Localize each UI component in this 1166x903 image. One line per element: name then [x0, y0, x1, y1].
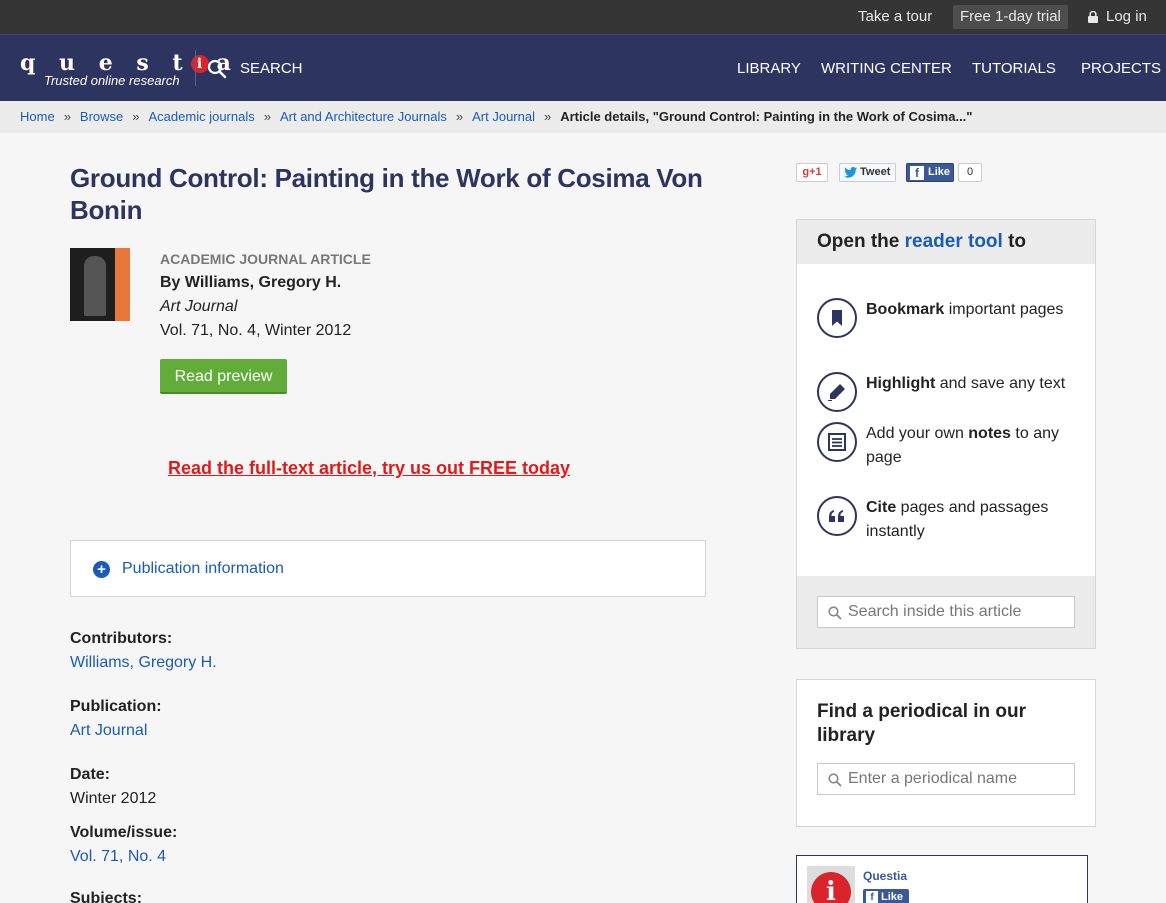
like-count: 0	[958, 163, 982, 182]
periodical-heading: Find a periodical in our library	[817, 701, 1027, 746]
nav-projects[interactable]: PROJECTS	[1081, 59, 1161, 79]
breadcrumb-current: Article details, "Ground Control: Painti…	[560, 109, 973, 124]
publication-info-label: Publication information	[122, 560, 284, 577]
facebook-page-widget: i Questia f Like	[796, 855, 1088, 903]
article-search-input[interactable]	[848, 597, 1070, 627]
article-volume: Vol. 71, No. 4, Winter 2012	[160, 322, 352, 339]
feature-cite-text: Cite pages and passages instantly	[866, 496, 1081, 544]
subjects-label: Subjects:	[70, 890, 143, 903]
breadcrumb-separator: »	[63, 109, 71, 124]
breadcrumb-browse[interactable]: Browse	[80, 109, 123, 124]
logo-wordmark: q u e s tia	[20, 50, 239, 76]
reader-heading-prefix: Open the	[817, 231, 900, 252]
quote-icon	[817, 496, 857, 536]
breadcrumb-separator: »	[263, 109, 271, 124]
nav-library[interactable]: LIBRARY	[737, 59, 801, 79]
publication-link[interactable]: Art Journal	[70, 721, 147, 741]
like-label: Like	[881, 891, 904, 903]
breadcrumb-separator: »	[544, 109, 552, 124]
feature-bold: Highlight	[866, 375, 936, 392]
facebook-like-button[interactable]: f Like	[906, 163, 954, 182]
cover-stripe	[115, 248, 130, 321]
journal-cover-image[interactable]	[70, 248, 130, 321]
facebook-page-name[interactable]: Questia	[863, 869, 907, 883]
breadcrumb-academic-journals[interactable]: Academic journals	[149, 109, 255, 124]
nav-writing-center[interactable]: WRITING CENTER	[821, 59, 952, 79]
login-link[interactable]: Log in	[1106, 0, 1147, 34]
read-preview-button[interactable]: Read preview	[160, 359, 287, 394]
periodical-finder: Find a periodical in our library	[796, 679, 1096, 827]
cover-figure	[84, 256, 106, 316]
article-search-box	[817, 596, 1075, 628]
google-plus-button[interactable]: g+1	[796, 163, 828, 182]
feature-bold: Bookmark	[866, 301, 945, 318]
reader-tool-link[interactable]: reader tool	[905, 231, 1003, 252]
notes-icon	[817, 422, 857, 462]
nav-tutorials[interactable]: TUTORIALS	[972, 59, 1056, 79]
feature-before: Add your own	[866, 425, 969, 442]
facebook-f-icon: f	[866, 891, 878, 903]
reader-heading-suffix: to	[1008, 231, 1027, 252]
twitter-bird-icon	[844, 167, 857, 178]
date-value: Winter 2012	[70, 790, 157, 807]
volume-issue-label: Volume/issue:	[70, 824, 178, 841]
feature-bold: notes	[968, 425, 1011, 442]
tweet-button[interactable]: Tweet	[839, 163, 896, 182]
feature-highlight-text: Highlight and save any text	[866, 372, 1081, 396]
reader-tool-heading: Open the reader tool to	[797, 220, 1095, 264]
expand-plus-icon: +	[93, 561, 110, 578]
feature-notes-text: Add your own notes to any page	[866, 422, 1081, 470]
bookmark-icon	[817, 298, 857, 338]
feature-rest: important pages	[944, 301, 1064, 318]
breadcrumb-separator: »	[132, 109, 140, 124]
search-icon	[828, 606, 842, 620]
contributors-link[interactable]: Williams, Gregory H.	[70, 653, 217, 673]
top-utility-bar: Take a tour Free 1-day trial Log in	[0, 0, 1166, 34]
periodical-search-box	[817, 763, 1075, 795]
nav-search-link[interactable]: SEARCH	[240, 59, 303, 79]
tweet-label: Tweet	[860, 166, 891, 178]
facebook-page-like-button[interactable]: f Like	[863, 889, 909, 903]
breadcrumb: Home » Browse » Academic journals » Art and Ar…	[0, 101, 1166, 133]
feature-bold: Cite	[866, 499, 897, 516]
breadcrumb-home[interactable]: Home	[20, 109, 55, 124]
highlight-pen-icon	[817, 372, 857, 412]
facebook-f-icon: f	[910, 166, 924, 180]
publication-info-toggle[interactable]: + Publication information	[70, 540, 706, 597]
breadcrumb-art-architecture[interactable]: Art and Architecture Journals	[280, 109, 447, 124]
contributors-label: Contributors:	[70, 630, 173, 647]
article-type: ACADEMIC JOURNAL ARTICLE	[160, 251, 371, 267]
free-trial-button[interactable]: Free 1-day trial	[953, 5, 1068, 29]
breadcrumb-art-journal[interactable]: Art Journal	[472, 109, 535, 124]
questia-logo[interactable]: q u e s tia Trusted online research	[20, 51, 231, 89]
reader-features: Bookmark important pages Highlight and s…	[797, 264, 1095, 576]
main-navigation: q u e s tia Trusted online research SEAR…	[0, 34, 1166, 101]
feature-rest: and save any text	[935, 375, 1066, 392]
article-author: By Williams, Gregory H.	[160, 274, 342, 291]
search-icon[interactable]	[207, 59, 227, 79]
logo-tagline: Trusted online research	[44, 73, 180, 88]
reader-tool-panel: Open the reader tool to Bookmark importa…	[796, 219, 1096, 649]
search-icon	[828, 773, 842, 787]
date-label: Date:	[70, 766, 111, 783]
article-journal: Art Journal	[160, 298, 238, 315]
logo-i-icon: i	[190, 55, 209, 73]
questia-page-thumbnail[interactable]: i	[807, 866, 855, 903]
take-tour-link[interactable]: Take a tour	[858, 0, 932, 34]
publication-label: Publication:	[70, 698, 162, 715]
like-label: Like	[928, 166, 951, 178]
lock-icon	[1088, 11, 1098, 23]
periodical-search-input[interactable]	[848, 764, 1070, 794]
free-trial-promo-link[interactable]: Read the full-text article, try us out F…	[168, 457, 570, 479]
article-title: Ground Control: Painting in the Work of …	[70, 163, 703, 225]
nav-divider	[195, 50, 196, 86]
volume-issue-link[interactable]: Vol. 71, No. 4	[70, 847, 166, 867]
breadcrumb-separator: »	[455, 109, 464, 124]
feature-bookmark-text: Bookmark important pages	[866, 298, 1081, 322]
questia-logo-icon: i	[811, 872, 851, 903]
